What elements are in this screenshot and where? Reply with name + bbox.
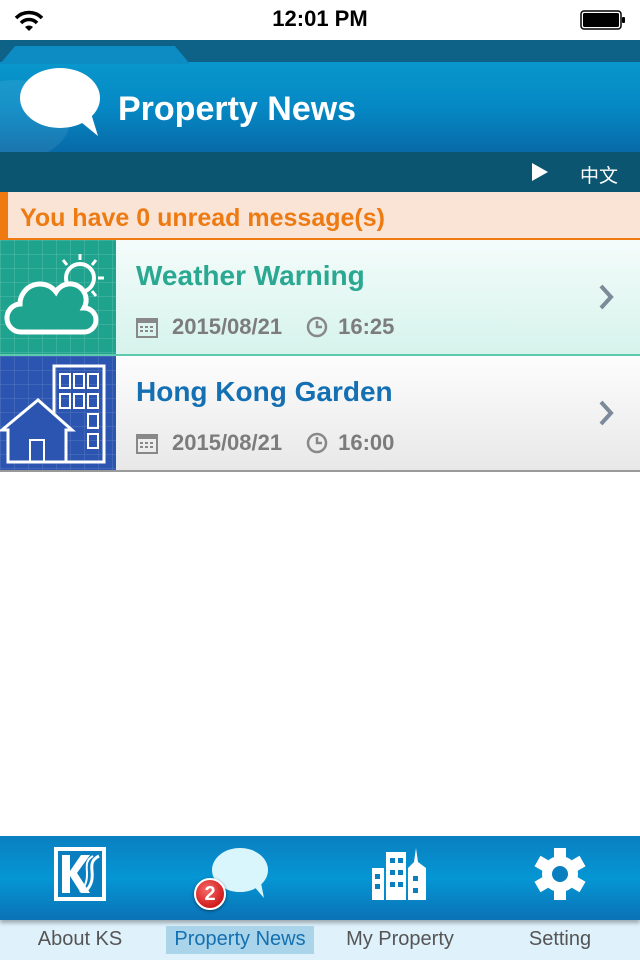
tab-label-active[interactable]: Property News — [160, 928, 320, 951]
page-header: Property News — [0, 40, 640, 152]
page-title: Property News — [118, 90, 357, 128]
header-subbar: 中文 — [0, 152, 640, 192]
language-toggle-button[interactable]: 中文 — [580, 161, 618, 188]
buildings-icon — [372, 848, 426, 900]
unread-banner: You have 0 unread message(s) — [0, 192, 640, 240]
header-tab-decoration — [0, 46, 190, 64]
tab-bar: About KS Property News — [0, 836, 640, 960]
tab-setting[interactable]: Setting — [480, 836, 640, 960]
chevron-right-icon[interactable] — [598, 284, 614, 310]
news-title: Weather Warning — [136, 260, 365, 291]
tab-label: Setting — [528, 928, 592, 950]
play-icon[interactable] — [528, 160, 552, 184]
tab-my-property[interactable]: My Property — [320, 836, 480, 960]
speech-bubble-icon — [20, 68, 100, 136]
weather-cloud-sun-icon — [0, 240, 116, 354]
calendar-icon — [136, 318, 158, 338]
news-date: 2015/08/21 — [172, 314, 283, 339]
news-list-item[interactable]: Hong Kong Garden 2015/08/21 16:00 — [0, 356, 640, 472]
news-date: 2015/08/21 — [172, 430, 283, 455]
battery-icon — [580, 10, 625, 30]
ks-logo-icon — [54, 847, 106, 901]
news-meta: 2015/08/21 16:25 — [136, 312, 394, 342]
clock-icon — [306, 432, 328, 454]
news-meta: 2015/08/21 16:00 — [136, 428, 394, 458]
chevron-right-icon[interactable] — [598, 400, 614, 426]
gear-icon — [534, 848, 586, 900]
news-time: 16:00 — [338, 430, 395, 455]
tab-label: My Property — [346, 928, 454, 950]
news-list-item[interactable]: Weather Warning 2015/08/21 16:25 — [0, 240, 640, 356]
news-title: Hong Kong Garden — [136, 376, 393, 407]
house-building-icon — [0, 356, 116, 470]
status-bar: 12:01 PM — [0, 0, 640, 40]
notification-badge: 2 — [194, 878, 226, 910]
tab-about-ks[interactable]: About KS — [0, 836, 160, 960]
clock-icon — [306, 316, 328, 338]
news-time: 16:25 — [338, 314, 395, 339]
unread-count-text: You have 0 unread message(s) — [20, 204, 385, 232]
app-screen: 12:01 PM Property News 中文 You have 0 unr… — [0, 0, 640, 960]
tab-label: About KS — [37, 928, 123, 950]
status-time: 12:01 PM — [272, 6, 368, 31]
calendar-icon — [136, 434, 158, 454]
